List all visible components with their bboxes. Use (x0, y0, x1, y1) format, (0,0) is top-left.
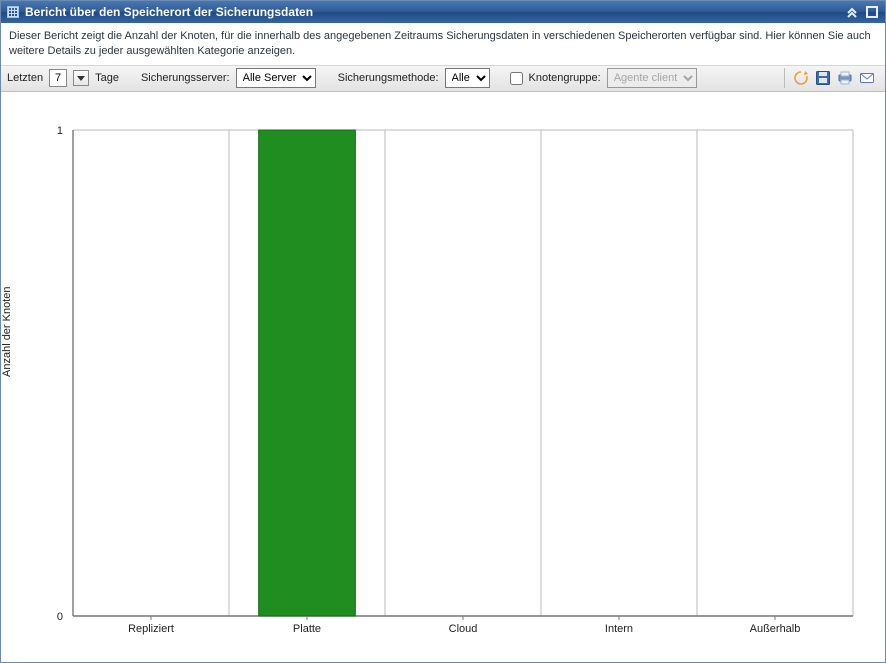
window-title: Bericht über den Speicherort der Sicheru… (25, 5, 845, 19)
x-tick-label: Platte (293, 623, 321, 635)
report-panel: Bericht über den Speicherort der Sicheru… (0, 0, 886, 663)
days-label: Tage (95, 72, 119, 84)
backup-method-select[interactable]: Alle (445, 68, 490, 88)
bar[interactable] (259, 130, 356, 616)
last-label: Letzten (7, 72, 43, 84)
group-label: Knotengruppe: (529, 72, 601, 84)
window-controls (845, 5, 879, 19)
grid-icon (7, 6, 19, 18)
last-days-input[interactable] (49, 69, 67, 87)
days-dropdown-button[interactable] (73, 70, 89, 86)
save-icon[interactable] (815, 70, 831, 86)
nodegroup-checkbox[interactable] (510, 72, 523, 85)
method-label: Sicherungsmethode: (338, 72, 439, 84)
maximize-icon[interactable] (865, 5, 879, 19)
chart-area: Anzahl der Knoten 0 1 Repliziert Platte Clou… (1, 92, 885, 662)
action-icons (793, 70, 879, 86)
nodegroup-select: Agente client (607, 68, 697, 88)
backup-server-select[interactable]: Alle Server (236, 68, 316, 88)
bar-chart: 0 1 Repliziert Platte Cloud Intern Außerhalb (1, 92, 885, 662)
x-tick-label: Intern (605, 623, 633, 635)
email-icon[interactable] (859, 70, 875, 86)
y-tick-label: 0 (57, 611, 63, 623)
titlebar: Bericht über den Speicherort der Sicheru… (1, 1, 885, 23)
report-description: Dieser Bericht zeigt die Anzahl der Knot… (1, 23, 885, 66)
y-axis-title: Anzahl der Knoten (1, 286, 13, 377)
refresh-icon[interactable] (793, 70, 809, 86)
toolbar-separator (784, 68, 785, 88)
x-tick-label: Cloud (449, 623, 478, 635)
y-tick-label: 1 (57, 125, 63, 137)
filter-toolbar: Letzten Tage Sicherungsserver: Alle Serv… (1, 66, 885, 92)
print-icon[interactable] (837, 70, 853, 86)
x-tick-label: Außerhalb (750, 623, 801, 635)
server-label: Sicherungsserver: (141, 72, 230, 84)
collapse-icon[interactable] (845, 5, 859, 19)
x-tick-label: Repliziert (128, 623, 174, 635)
